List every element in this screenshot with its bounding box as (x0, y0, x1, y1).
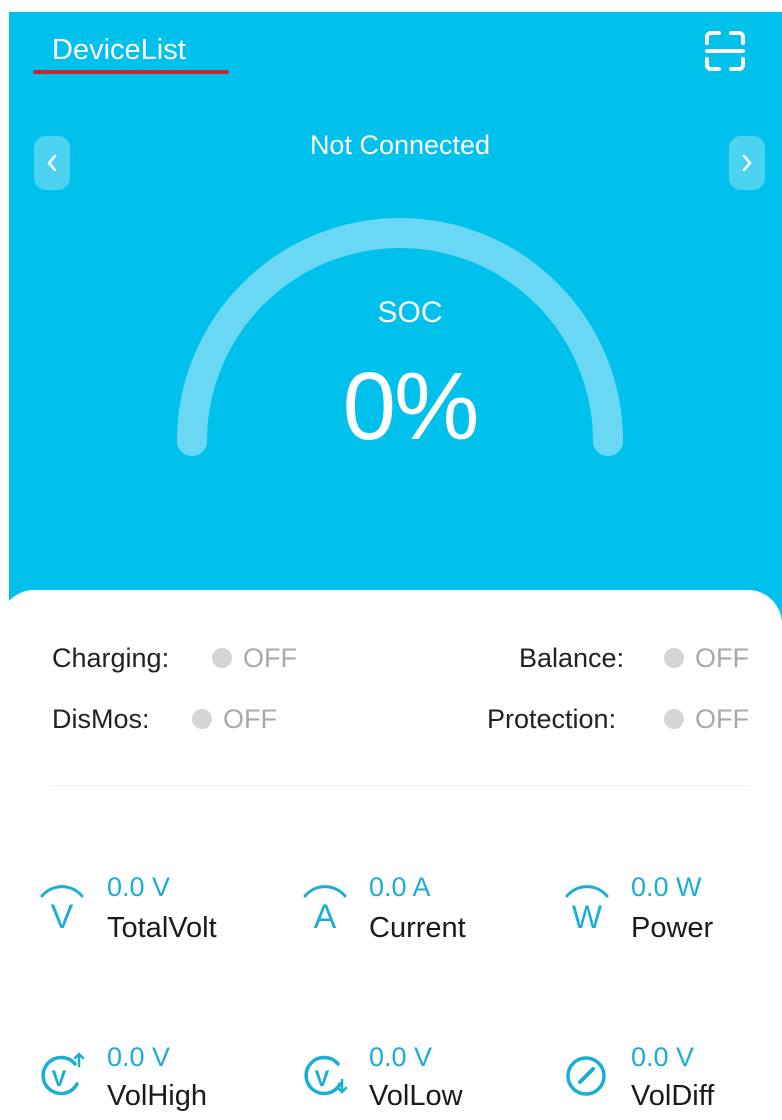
balance-value: OFF (695, 643, 749, 673)
current-value: 0.0 A (369, 872, 431, 902)
vol-low-value: 0.0 V (369, 1042, 433, 1072)
charging-value: OFF (243, 643, 297, 673)
power-value: 0.0 W (631, 872, 702, 902)
power-label: Power (631, 912, 714, 944)
vol-high-label: VolHigh (107, 1080, 207, 1112)
svg-text:V: V (51, 898, 74, 932)
voltage-high-icon: V (41, 1052, 85, 1096)
vol-diff-label: VolDiff (631, 1080, 715, 1112)
voltage-low-icon: V (304, 1055, 348, 1096)
title-underline (33, 70, 229, 74)
current-label: Current (369, 912, 466, 944)
divider (50, 785, 750, 786)
vol-high-value: 0.0 V (107, 1042, 171, 1072)
svg-text:V: V (52, 1066, 67, 1091)
voltage-diff-icon (566, 1056, 606, 1096)
balance-label: Balance: (519, 643, 625, 673)
scan-icon[interactable] (703, 29, 747, 73)
svg-text:A: A (314, 898, 337, 932)
dismos-value: OFF (223, 704, 277, 734)
dismos-label: DisMos: (52, 704, 150, 734)
chevron-right-icon (742, 154, 752, 172)
voltage-icon: V (40, 885, 84, 932)
svg-text:W: W (572, 899, 603, 932)
total-volt-value: 0.0 V (107, 872, 171, 902)
power-icon: W (565, 885, 609, 932)
charging-indicator (212, 648, 232, 668)
device-list-link[interactable]: DeviceList (52, 34, 186, 67)
soc-value: 0% (342, 353, 480, 460)
next-device-button[interactable] (729, 136, 765, 190)
vol-diff-value: 0.0 V (631, 1042, 695, 1072)
soc-label: SOC (377, 296, 443, 329)
chevron-left-icon (47, 154, 57, 172)
protection-indicator (664, 709, 684, 729)
current-icon: A (303, 885, 347, 932)
connection-status: Not Connected (309, 130, 491, 160)
dismos-indicator (192, 709, 212, 729)
total-volt-label: TotalVolt (107, 912, 217, 944)
protection-label: Protection: (487, 704, 617, 734)
vol-low-label: VolLow (369, 1080, 463, 1112)
protection-value: OFF (695, 704, 749, 734)
previous-device-button[interactable] (34, 136, 70, 190)
svg-text:V: V (315, 1066, 330, 1091)
balance-indicator (664, 648, 684, 668)
charging-label: Charging: (52, 643, 170, 673)
